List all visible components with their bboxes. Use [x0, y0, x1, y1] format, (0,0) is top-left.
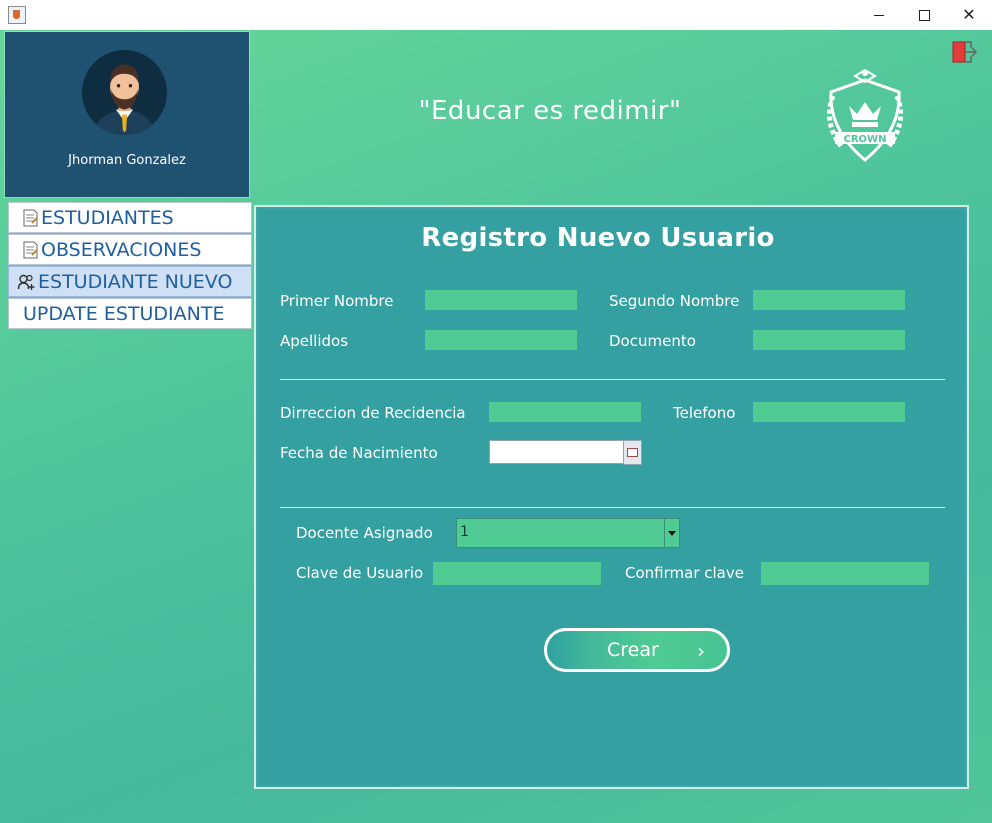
- fecha-nacimiento-label: Fecha de Nacimiento: [280, 444, 438, 462]
- chevron-right-icon: ›: [697, 639, 705, 663]
- fecha-nacimiento-field[interactable]: [489, 440, 624, 464]
- sidebar-item-label: ESTUDIANTE NUEVO: [38, 270, 233, 293]
- sidebar-nav: ESTUDIANTES OBSERVACIONES ESTUDIANTE NUE…: [8, 202, 252, 330]
- primer-nombre-field[interactable]: [425, 290, 577, 310]
- add-user-icon: [17, 274, 35, 290]
- crear-button-label: Crear: [607, 639, 659, 661]
- apellidos-label: Apellidos: [280, 332, 349, 350]
- documento-field[interactable]: [753, 330, 905, 350]
- chevron-down-icon[interactable]: [664, 519, 679, 547]
- documento-label: Documento: [609, 332, 696, 350]
- maximize-button[interactable]: [901, 0, 947, 30]
- minimize-icon: [874, 14, 884, 16]
- sidebar-item-label: UPDATE ESTUDIANTE: [23, 302, 225, 325]
- crown-crest-logo: CROWN: [826, 68, 904, 162]
- window-title-bar: ✕: [0, 0, 992, 30]
- motto-text: "Educar es redimir": [418, 96, 682, 126]
- document-icon: [23, 241, 38, 258]
- docente-asignado-label: Docente Asignado: [296, 524, 433, 542]
- crest-text: CROWN: [844, 134, 887, 145]
- sidebar-item-estudiante-nuevo[interactable]: ESTUDIANTE NUEVO: [8, 266, 252, 297]
- close-button[interactable]: ✕: [946, 0, 992, 30]
- exit-icon[interactable]: [950, 40, 978, 64]
- main-frame: Jhorman Gonzalez "Educar es redimir" CRO…: [0, 30, 992, 823]
- sidebar-item-estudiantes[interactable]: ESTUDIANTES: [8, 202, 252, 233]
- docente-asignado-select[interactable]: 1: [456, 518, 680, 548]
- close-icon: ✕: [962, 5, 976, 24]
- confirmar-clave-label: Confirmar clave: [625, 564, 744, 582]
- direccion-label: Dirreccion de Recidencia: [280, 404, 466, 422]
- user-avatar-icon: [82, 50, 167, 135]
- calendar-button[interactable]: [623, 440, 642, 465]
- telefono-field[interactable]: [753, 402, 905, 422]
- telefono-label: Telefono: [673, 404, 736, 422]
- segundo-nombre-label: Segundo Nombre: [609, 292, 740, 310]
- registration-form-panel: Registro Nuevo Usuario Primer Nombre Seg…: [254, 205, 969, 789]
- sidebar-item-label: ESTUDIANTES: [41, 206, 174, 229]
- minimize-button[interactable]: [856, 0, 902, 30]
- section-divider: [280, 507, 945, 508]
- document-icon: [23, 209, 38, 226]
- direccion-field[interactable]: [489, 402, 641, 422]
- confirmar-clave-field[interactable]: [761, 562, 929, 585]
- crear-button[interactable]: Crear ›: [544, 628, 730, 672]
- form-title: Registro Nuevo Usuario: [421, 223, 775, 253]
- sidebar-item-label: OBSERVACIONES: [41, 238, 202, 261]
- section-divider: [280, 379, 945, 380]
- docente-asignado-value: 1: [460, 524, 469, 540]
- clave-usuario-field[interactable]: [433, 562, 601, 585]
- segundo-nombre-field[interactable]: [753, 290, 905, 310]
- apellidos-field[interactable]: [425, 330, 577, 350]
- clave-usuario-label: Clave de Usuario: [296, 564, 424, 582]
- user-name: Jhorman Gonzalez: [68, 153, 186, 168]
- profile-card: Jhorman Gonzalez: [4, 31, 250, 198]
- maximize-icon: [918, 9, 930, 21]
- primer-nombre-label: Primer Nombre: [280, 292, 394, 310]
- sidebar-item-update-estudiante[interactable]: UPDATE ESTUDIANTE: [8, 298, 252, 329]
- calendar-icon: [627, 448, 638, 457]
- java-app-icon: [8, 6, 26, 24]
- sidebar-item-observaciones[interactable]: OBSERVACIONES: [8, 234, 252, 265]
